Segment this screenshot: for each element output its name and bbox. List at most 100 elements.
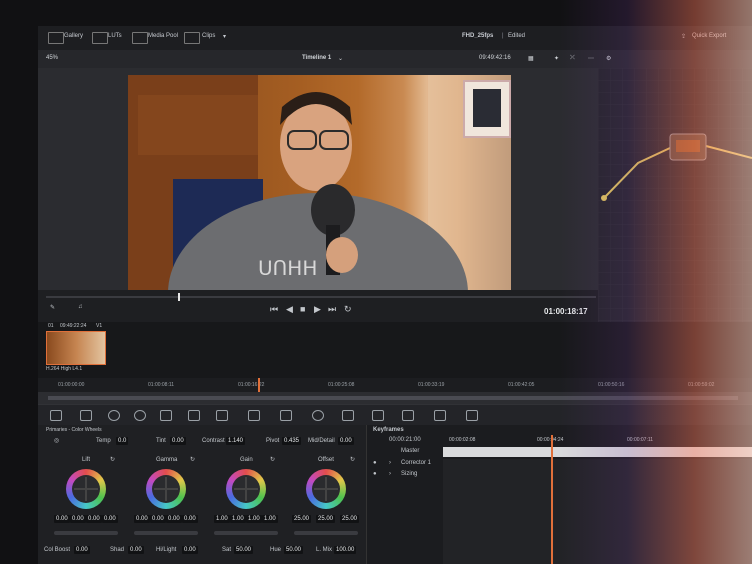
clips-tab[interactable]: Clips (202, 33, 215, 39)
gain-value-y[interactable]: 1.00 (214, 515, 230, 523)
lift-value-b[interactable]: 0.00 (102, 515, 118, 523)
gamma-value-g[interactable]: 0.00 (166, 515, 182, 523)
gamma-reset-icon[interactable]: ↻ (190, 456, 195, 463)
play-reverse-icon[interactable]: ◀ (286, 304, 293, 315)
offset-reset-icon[interactable]: ↻ (350, 456, 355, 463)
lum-mix-value[interactable]: 100.00 (334, 546, 357, 554)
lift-master-slider[interactable] (54, 531, 118, 535)
video-frame[interactable]: ᑌᑎᕼᕼ (128, 75, 511, 293)
gamma-value-r[interactable]: 0.00 (150, 515, 166, 523)
gain-value-r[interactable]: 1.00 (230, 515, 246, 523)
qualifier-icon[interactable] (280, 410, 292, 421)
clips-icon[interactable] (184, 32, 200, 44)
offset-wheel[interactable] (306, 469, 346, 509)
color-wheels-icon[interactable] (108, 410, 120, 421)
mid-detail-value[interactable]: 0.00 (338, 437, 354, 445)
gain-reset-icon[interactable]: ↻ (270, 456, 275, 463)
kf-track-sizing[interactable]: Sizing (401, 471, 417, 477)
offset-master-slider[interactable] (294, 531, 358, 535)
sizing-visibility-icon[interactable]: ● (373, 471, 377, 477)
hue-value[interactable]: 50.00 (284, 546, 304, 554)
rgb-mixer-icon[interactable] (160, 410, 172, 421)
gallery-icon[interactable] (48, 32, 64, 44)
timeline-clip-bar[interactable] (48, 396, 738, 400)
sizing-icon[interactable] (466, 410, 478, 421)
gamma-wheel[interactable] (146, 469, 186, 509)
gain-value-g[interactable]: 1.00 (246, 515, 262, 523)
gain-value-b[interactable]: 1.00 (262, 515, 278, 523)
lift-value-y[interactable]: 0.00 (54, 515, 70, 523)
skip-back-icon[interactable]: ⏮ (270, 304, 278, 315)
media-pool-icon[interactable] (132, 32, 148, 44)
gamma-master-slider[interactable] (134, 531, 198, 535)
offset-value-r[interactable]: 25.00 (292, 515, 312, 523)
sat-value[interactable]: 50.00 (234, 546, 254, 554)
corrector-visibility-icon[interactable]: ● (373, 460, 377, 466)
motion-effects-icon[interactable] (188, 410, 200, 421)
offset-value-g[interactable]: 25.00 (316, 515, 336, 523)
quick-export-icon[interactable]: ⇪ (681, 33, 686, 40)
gain-master-slider[interactable] (214, 531, 278, 535)
mini-timeline[interactable]: 01:00:00:00 01:00:08:11 01:00:16:22 01:0… (38, 378, 752, 392)
lift-reset-icon[interactable]: ↻ (110, 456, 115, 463)
kf-track-master[interactable]: Master (401, 448, 419, 454)
curves-icon[interactable] (216, 410, 228, 421)
gallery-tab[interactable]: Gallery (64, 33, 83, 39)
play-icon[interactable]: ▶ (314, 304, 321, 315)
keyframes-playhead[interactable] (551, 435, 553, 564)
tint-value[interactable]: 0.00 (170, 437, 186, 445)
gamma-value-y[interactable]: 0.00 (134, 515, 150, 523)
kf-track-corrector[interactable]: Corrector 1 (401, 460, 431, 466)
skip-forward-icon[interactable]: ⏭ (328, 304, 336, 315)
gain-wheel[interactable] (226, 469, 266, 509)
node-editor[interactable] (598, 68, 752, 338)
tracker-icon[interactable] (342, 410, 354, 421)
timeline-name[interactable]: Timeline 1 (302, 55, 331, 61)
brush-icon[interactable]: ✎ (50, 304, 55, 311)
hdr-wheels-icon[interactable] (134, 410, 146, 421)
chevron-down-icon[interactable]: ▾ (223, 33, 226, 40)
contrast-value[interactable]: 1.140 (226, 437, 246, 445)
master-keyframe-bar[interactable] (443, 447, 752, 457)
gamma-value-b[interactable]: 0.00 (182, 515, 198, 523)
viewer-options-icon[interactable]: ▦ (528, 55, 534, 62)
highlights-value[interactable]: 0.00 (182, 546, 198, 554)
lift-wheel[interactable] (66, 469, 106, 509)
timeline-track-bar[interactable] (38, 392, 752, 404)
shuffle-icon[interactable]: ⤫ (570, 55, 575, 62)
magic-mask-icon[interactable] (372, 410, 384, 421)
window-icon[interactable] (312, 410, 324, 421)
blur-icon[interactable] (402, 410, 414, 421)
more-icon[interactable]: ⋯ (588, 55, 594, 62)
camera-raw-icon[interactable] (50, 410, 62, 421)
offset-value-b[interactable]: 25.00 (340, 515, 360, 523)
audio-icon[interactable]: ♫ (78, 304, 83, 310)
clip-thumbnail[interactable] (46, 331, 106, 365)
mini-timeline-playhead[interactable] (258, 378, 260, 392)
pivot-value[interactable]: 0.435 (282, 437, 302, 445)
zoom-level[interactable]: 45% (46, 55, 58, 61)
temp-value[interactable]: 0.0 (116, 437, 129, 445)
luts-icon[interactable] (92, 32, 108, 44)
color-match-icon[interactable] (80, 410, 92, 421)
keyframe-tracks-area[interactable] (443, 459, 752, 564)
scrub-track[interactable] (46, 296, 596, 298)
shadows-value[interactable]: 0.00 (128, 546, 144, 554)
wheel-mode-icon[interactable]: ◎ (54, 437, 59, 444)
luts-tab[interactable]: LUTs (108, 33, 122, 39)
dropper-icon[interactable]: ✦ (554, 55, 559, 62)
loop-icon[interactable]: ↻ (344, 304, 352, 315)
settings-icon[interactable]: ⚙ (606, 55, 611, 62)
corrector-expand-icon[interactable]: › (389, 460, 391, 466)
quick-export-button[interactable]: Quick Export (692, 33, 726, 39)
color-warper-icon[interactable] (248, 410, 260, 421)
timeline-chevron-icon[interactable]: ⌄ (338, 55, 343, 62)
color-boost-value[interactable]: 0.00 (74, 546, 90, 554)
key-icon[interactable] (434, 410, 446, 421)
sizing-expand-icon[interactable]: › (389, 471, 391, 477)
media-pool-tab[interactable]: Media Pool (148, 33, 178, 39)
lift-value-g[interactable]: 0.00 (86, 515, 102, 523)
scrub-playhead[interactable] (178, 293, 180, 301)
lift-value-r[interactable]: 0.00 (70, 515, 86, 523)
stop-icon[interactable]: ■ (300, 304, 305, 314)
